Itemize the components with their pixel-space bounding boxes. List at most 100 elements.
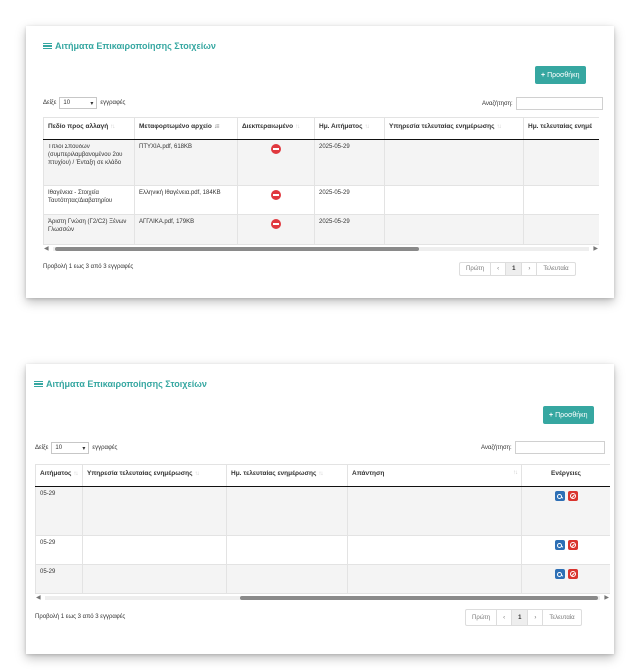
search-icon: [557, 542, 562, 548]
pager-next[interactable]: ›: [521, 263, 536, 275]
delete-button[interactable]: [567, 540, 578, 550]
horizontal-scrollbar[interactable]: ◀ ▶: [35, 594, 610, 602]
search-input[interactable]: [515, 97, 603, 110]
pagination: Πρώτη ‹ 1 › Τελευταία: [465, 609, 582, 626]
arrow-left-icon[interactable]: ◀: [36, 594, 41, 601]
column-header-last-service[interactable]: Υπηρεσία τελευταίας ενημέρωσης ↑↓: [82, 464, 227, 487]
pager-page-1[interactable]: 1: [505, 263, 522, 275]
column-header-field[interactable]: Πεδίο προς αλλαγή ↑↓: [43, 117, 135, 140]
not-completed-icon: [271, 219, 281, 229]
view-button[interactable]: [554, 540, 565, 550]
reply-cell: [347, 564, 522, 594]
service-cell: [384, 139, 524, 186]
sort-icon: ↑↓: [110, 124, 115, 130]
sort-icon: ↑↓: [295, 124, 300, 130]
pager-last[interactable]: Τελευταία: [542, 610, 580, 625]
chevron-down-icon: ▾: [82, 445, 86, 452]
column-header-request-date[interactable]: Αιτήματος ↑↓: [35, 464, 83, 487]
arrow-right-icon[interactable]: ▶: [593, 245, 598, 252]
service-cell: [82, 486, 227, 536]
update-cell: [523, 185, 599, 215]
table-row: Άριστη Γνώση (Γ2/C2) Ξένων Γλωσσών ΑΓΓΛΙ…: [43, 214, 599, 245]
arrow-right-icon[interactable]: ▶: [604, 594, 609, 601]
arrow-left-icon[interactable]: ◀: [44, 245, 49, 252]
table-info: Προβολή 1 εως 3 από 3 εγγραφές: [35, 614, 126, 620]
view-button[interactable]: [554, 491, 565, 501]
sort-icon: ↑↓: [364, 124, 369, 130]
sort-icon: ↑↓: [496, 124, 502, 130]
panel-title: Αιτήματα Επικαιροποίησης Στοιχείων: [43, 41, 216, 51]
service-cell: [384, 214, 524, 245]
search-control: Αναζήτηση:: [481, 441, 605, 454]
table-viewport: Αιτήματος ↑↓ Υπηρεσία τελευταίας ενημέρωσ…: [35, 464, 610, 594]
column-header-last-service[interactable]: Υπηρεσία τελευταίας ενημέρωσης ↑↓: [384, 117, 524, 140]
horizontal-scrollbar[interactable]: ◀ ▶: [43, 245, 599, 253]
panel-bottom: Αιτήματα Επικαιροποίησης Στοιχείων + Προ…: [26, 364, 614, 654]
update-cell: [523, 139, 599, 186]
requests-table: Αιτήματος ↑↓ Υπηρεσία τελευταίας ενημέρωσ…: [35, 464, 610, 594]
table-row: Ιθαγένεια - Στοιχεία Ταυτότητας/Διαβατηρ…: [43, 185, 599, 215]
sort-icon: ↑↓: [513, 470, 518, 476]
list-icon: [43, 42, 52, 50]
scrollbar-thumb[interactable]: [55, 247, 419, 251]
column-header-reply[interactable]: Απάντηση ↑↓: [347, 464, 522, 487]
pager-last[interactable]: Τελευταία: [536, 263, 574, 275]
update-cell: [226, 564, 348, 594]
row-actions: [526, 540, 606, 550]
column-header-request-date[interactable]: Ημ. Αιτήματος ↑↓: [314, 117, 385, 140]
ban-icon: [569, 493, 576, 499]
pager-prev[interactable]: ‹: [496, 610, 511, 625]
field-cell: Τίτλοι Σπουδών (συμπεριλαμβανομένου 2ου …: [48, 144, 123, 166]
scrollbar-thumb[interactable]: [240, 596, 598, 600]
page-length-control: Δείξε 10 ▾ εγγραφές: [43, 97, 125, 109]
service-cell: [384, 185, 524, 215]
pager-prev[interactable]: ‹: [490, 263, 505, 275]
sort-icon: ↑↓: [318, 471, 323, 477]
service-cell: [82, 535, 227, 565]
row-actions: [526, 491, 606, 501]
pager-first[interactable]: Πρώτη: [460, 263, 490, 275]
date-cell: 2025-05-29: [314, 214, 385, 245]
date-cell: 05-29: [35, 564, 83, 594]
field-cell: Άριστη Γνώση (Γ2/C2) Ξένων Γλωσσών: [43, 214, 135, 245]
add-button[interactable]: + Προσθήκη: [535, 66, 586, 84]
add-button[interactable]: + Προσθήκη: [543, 406, 594, 424]
ban-icon: [569, 542, 576, 548]
pager-page-1[interactable]: 1: [511, 610, 528, 625]
column-header-last-update[interactable]: Ημ. τελευταίας ενημέρωσης ↑↓: [226, 464, 348, 487]
file-cell: Ελληνική Ιθαγένεια.pdf, 184KB: [134, 185, 238, 215]
date-cell: 05-29: [35, 486, 83, 536]
file-cell: ΠΤΥΧΙΑ.pdf, 618KB: [134, 139, 238, 186]
chevron-down-icon: ▾: [90, 100, 94, 107]
date-cell: 05-29: [35, 535, 83, 565]
table-row: Τίτλοι Σπουδών (συμπεριλαμβανομένου 2ου …: [43, 139, 599, 186]
search-input[interactable]: [514, 441, 605, 454]
column-header-last-update[interactable]: Ημ. τελευταίας ενημέ: [523, 117, 599, 140]
table-viewport: Πεδίο προς αλλαγή ↑↓ Μεταφορτωμένο αρχείο…: [43, 117, 599, 246]
update-cell: [226, 535, 348, 565]
view-button[interactable]: [554, 569, 565, 579]
column-header-completed[interactable]: Διεκπεραιωμένο ↑↓: [237, 117, 315, 140]
delete-button[interactable]: [567, 491, 578, 501]
update-cell: [226, 486, 348, 536]
table-row: 05-29: [35, 535, 610, 565]
requests-table: Πεδίο προς αλλαγή ↑↓ Μεταφορτωμένο αρχείο…: [43, 117, 599, 245]
field-cell: Ιθαγένεια - Στοιχεία Ταυτότητας/Διαβατηρ…: [43, 185, 135, 215]
page-length-select[interactable]: 10 ▾: [59, 97, 98, 109]
column-header-file[interactable]: Μεταφορτωμένο αρχείο ↓≡: [134, 117, 238, 140]
file-cell: ΑΓΓΛΙΚΑ.pdf, 179KB: [134, 214, 238, 245]
page-length-select[interactable]: 10 ▾: [51, 442, 90, 454]
date-cell: 2025-05-29: [314, 139, 385, 186]
pager-next[interactable]: ›: [527, 610, 542, 625]
panel-title: Αιτήματα Επικαιροποίησης Στοιχείων: [34, 379, 207, 389]
plus-icon: +: [541, 71, 546, 79]
pager-first[interactable]: Πρώτη: [466, 610, 496, 625]
row-actions: [526, 569, 606, 579]
not-completed-icon: [271, 190, 281, 200]
date-cell: 2025-05-29: [314, 185, 385, 215]
plus-icon: +: [549, 411, 554, 419]
panel-top: Αιτήματα Επικαιροποίησης Στοιχείων + Προ…: [26, 26, 614, 298]
sort-icon: ↑↓: [194, 471, 200, 477]
delete-button[interactable]: [567, 569, 578, 579]
search-control: Αναζήτηση:: [482, 97, 603, 110]
